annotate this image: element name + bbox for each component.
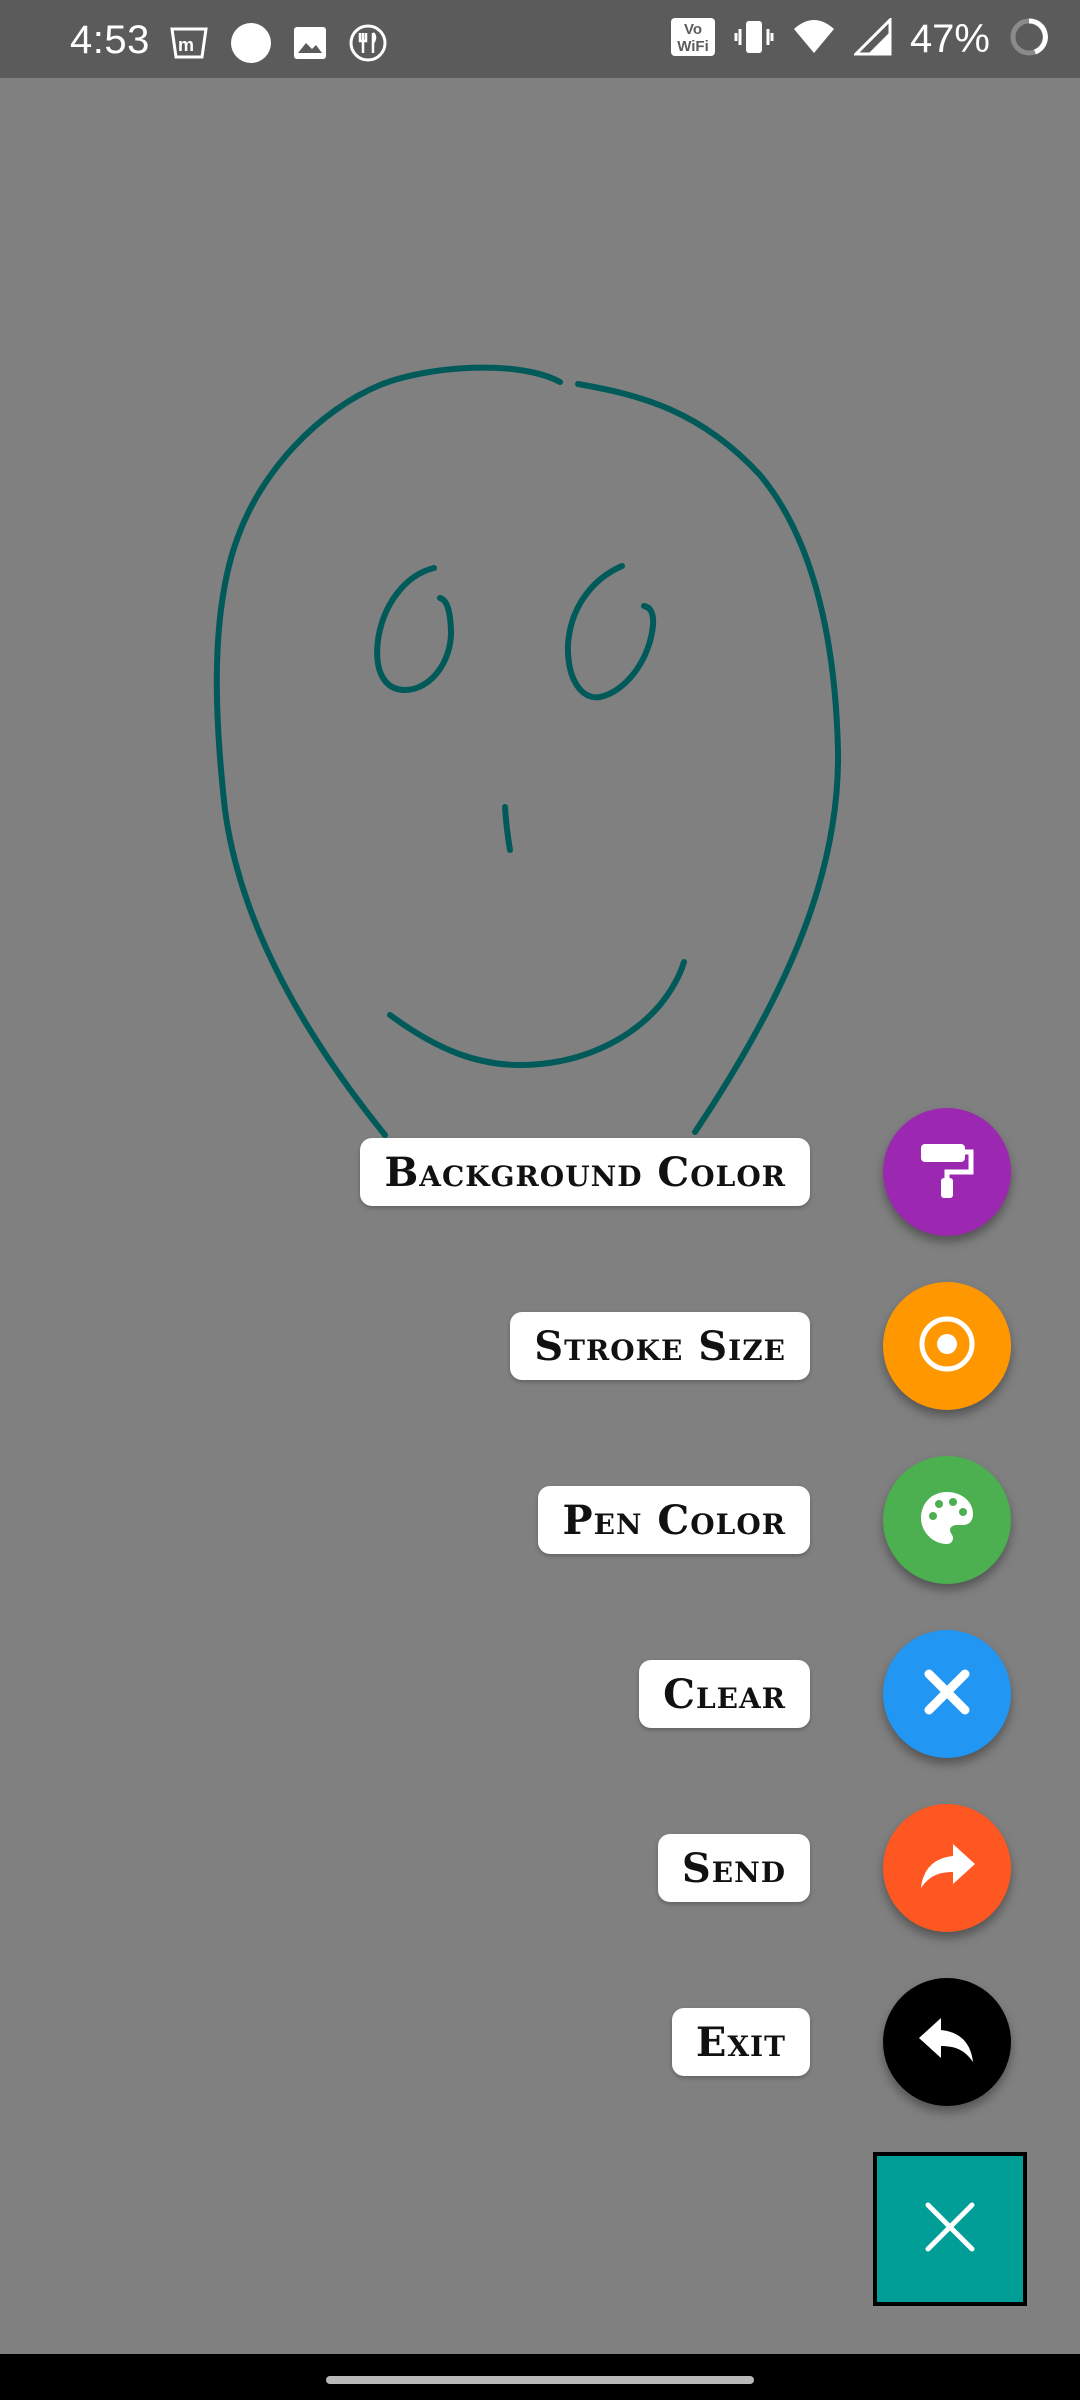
cell-signal-icon (852, 16, 892, 60)
right-eye-stroke (564, 563, 657, 701)
pen-color-label[interactable]: Pen Color (538, 1486, 810, 1554)
circle-notification-icon (230, 22, 272, 68)
exit-button[interactable] (883, 1978, 1011, 2106)
close-icon (915, 1660, 979, 1728)
exit-label[interactable]: Exit (671, 2008, 810, 2076)
send-label[interactable]: Send (657, 1834, 810, 1902)
svg-text:m: m (178, 35, 194, 55)
face-outline-stroke (213, 364, 563, 1138)
battery-percent: 47% (909, 16, 990, 61)
status-time: 4:53 (70, 18, 150, 62)
notification-icons: m (168, 22, 388, 68)
battery-ring-icon (1008, 16, 1050, 62)
svg-text:WiFi: WiFi (677, 38, 709, 55)
system-icons: Vo WiFi 47% (670, 16, 1050, 62)
menu-item-send[interactable]: Send (0, 1800, 1080, 1932)
drawing-screen: 4:53 m Vo WiFi 47% Background Color Stro… (0, 0, 1080, 2400)
myntra-icon: m (168, 25, 210, 65)
face-outline-stroke-right (575, 381, 842, 1135)
palette-icon (915, 1486, 979, 1554)
pen-color-button[interactable] (883, 1456, 1011, 1584)
mouth-stroke (387, 959, 687, 1068)
vibrate-icon (734, 17, 774, 61)
wifi-icon (792, 19, 836, 59)
status-bar: 4:53 m Vo WiFi 47% (0, 0, 1080, 78)
svg-text:Vo: Vo (684, 21, 702, 38)
target-icon (915, 1312, 979, 1380)
menu-item-pen-color[interactable]: Pen Color (0, 1452, 1080, 1584)
nose-stroke (502, 804, 513, 853)
share-forward-icon (915, 1834, 979, 1902)
food-icon (348, 23, 388, 67)
vowifi-icon: Vo WiFi (670, 17, 716, 61)
reply-back-icon (915, 2008, 979, 2076)
menu-item-stroke-size[interactable]: Stroke Size (0, 1278, 1080, 1410)
navigation-bar (0, 2354, 1080, 2400)
image-icon (292, 25, 328, 65)
left-eye-stroke (374, 565, 455, 693)
paint-roller-icon (915, 1138, 979, 1206)
stroke-size-label[interactable]: Stroke Size (510, 1312, 810, 1380)
menu-item-clear[interactable]: Clear (0, 1626, 1080, 1758)
home-gesture-handle[interactable] (326, 2376, 754, 2384)
background-color-label[interactable]: Background Color (360, 1138, 810, 1206)
menu-toggle-button[interactable] (873, 2152, 1027, 2306)
clear-label[interactable]: Clear (639, 1660, 810, 1728)
stroke-size-button[interactable] (883, 1282, 1011, 1410)
clear-button[interactable] (883, 1630, 1011, 1758)
menu-item-exit[interactable]: Exit (0, 1974, 1080, 2106)
background-color-button[interactable] (883, 1108, 1011, 1236)
menu-item-background-color[interactable]: Background Color (0, 1104, 1080, 1236)
close-icon (920, 2197, 980, 2261)
send-button[interactable] (883, 1804, 1011, 1932)
